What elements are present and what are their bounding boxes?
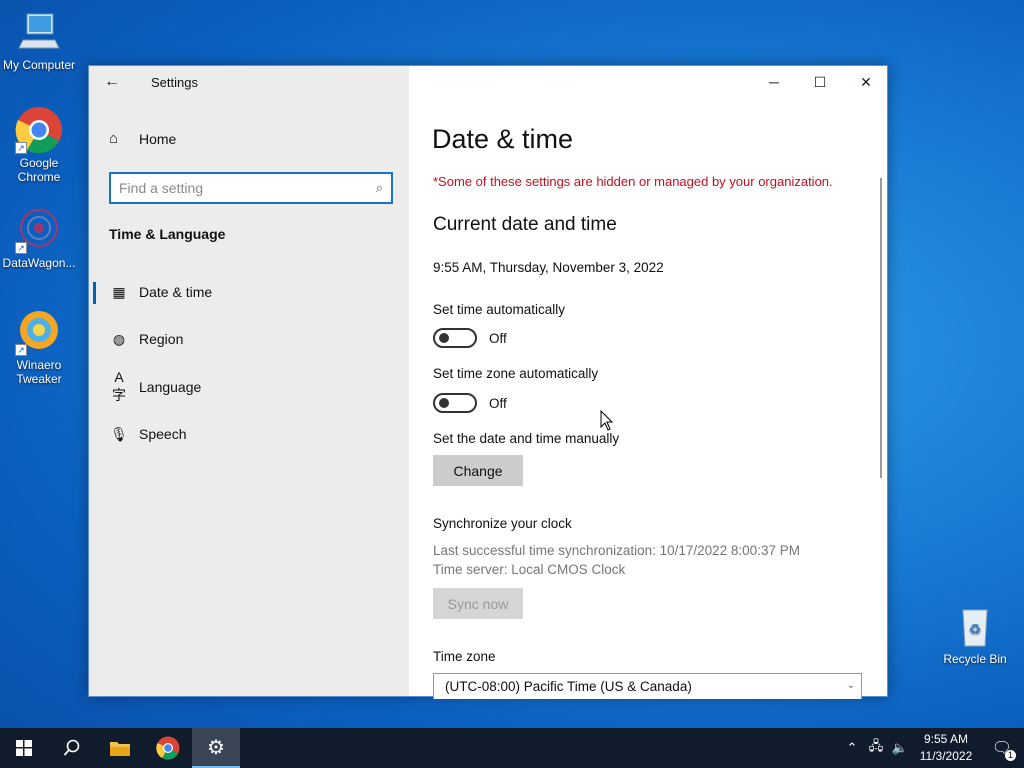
sync-heading: Synchronize your clock	[433, 516, 572, 531]
change-button[interactable]: Change	[433, 455, 523, 486]
sidebar-item-label: Region	[139, 331, 184, 347]
sidebar-item-speech[interactable]: 🎙 Speech	[89, 414, 409, 454]
search-button[interactable]	[48, 728, 96, 768]
minimize-icon: ─	[769, 74, 779, 90]
home-link[interactable]: ⌂ Home	[109, 130, 176, 147]
gear-icon: ⚙	[207, 736, 225, 759]
timezone-label: Time zone	[433, 649, 496, 664]
desktop-icon-my-computer[interactable]: My Computer	[0, 8, 78, 72]
set-tz-auto-label: Set time zone automatically	[433, 366, 599, 381]
sidebar-item-label: Date & time	[139, 284, 213, 300]
settings-window: ← Settings ⌂ Home ⌕ Time & Language ▦ Da…	[88, 65, 889, 699]
computer-icon	[15, 8, 63, 56]
search-icon	[63, 739, 80, 756]
calendar-clock-icon: ▦	[112, 283, 126, 300]
home-label: Home	[139, 130, 177, 147]
start-button[interactable]	[0, 728, 48, 768]
set-time-auto-row: Off	[433, 328, 507, 348]
clock-time: 9:55 AM	[923, 732, 969, 746]
microphone-icon: 🎙	[110, 425, 128, 442]
desktop-icon-label: Google Chrome	[17, 156, 61, 184]
desktop-icon-winaero-tweaker[interactable]: ↗ Winaero Tweaker	[0, 308, 78, 386]
close-button[interactable]: ✕	[843, 66, 889, 98]
sidebar-item-region[interactable]: ◍ Region	[89, 319, 409, 359]
chevron-down-icon: ⌄	[846, 680, 855, 691]
page-title: Date & time	[432, 124, 574, 154]
recycle-bin-icon: ♻	[951, 602, 999, 650]
minimize-button[interactable]: ─	[751, 66, 797, 98]
chrome-icon	[156, 736, 180, 760]
windows-logo-icon	[16, 740, 32, 756]
network-icon[interactable]: 🖧	[864, 737, 888, 759]
scrollbar[interactable]	[880, 178, 882, 478]
desktop-icon-label: DataWagon...	[2, 256, 76, 270]
system-tray: ⌃ 🖧 🔈 9:55 AM 11/3/2022 🗨 1	[840, 728, 1024, 768]
action-center-button[interactable]: 🗨 1	[980, 728, 1024, 768]
desktop-icon-label: Winaero Tweaker	[16, 358, 62, 386]
shortcut-arrow-icon: ↗	[15, 344, 27, 356]
search-box: ⌕	[109, 172, 393, 204]
toggle-state: Off	[489, 395, 507, 411]
taskbar-clock[interactable]: 9:55 AM 11/3/2022	[912, 731, 980, 765]
timezone-value: (UTC-08:00) Pacific Time (US & Canada)	[445, 679, 692, 694]
taskbar-chrome[interactable]	[144, 728, 192, 768]
desktop-icon-datawagon[interactable]: ↗ DataWagon...	[0, 206, 78, 270]
chevron-up-icon[interactable]: ⌃	[840, 740, 864, 756]
search-icon[interactable]: ⌕	[376, 180, 383, 196]
sidebar-item-date-time[interactable]: ▦ Date & time	[89, 272, 409, 312]
svg-text:♻: ♻	[969, 621, 982, 637]
close-icon: ✕	[860, 73, 872, 90]
sidebar-item-language[interactable]: A字 Language	[89, 367, 409, 407]
sidebar-item-label: Speech	[139, 426, 187, 442]
toggle-knob	[439, 398, 449, 408]
current-datetime: 9:55 AM, Thursday, November 3, 2022	[433, 260, 664, 275]
set-time-auto-toggle[interactable]	[433, 328, 477, 348]
sync-last: Last successful time synchronization: 10…	[433, 543, 800, 558]
home-icon: ⌂	[109, 130, 119, 147]
current-date-heading: Current date and time	[433, 214, 617, 235]
desktop-icon-label: Recycle Bin	[943, 652, 1007, 666]
manual-label: Set the date and time manually	[433, 431, 620, 446]
sidebar-item-label: Language	[139, 379, 202, 395]
shortcut-arrow-icon: ↗	[15, 242, 27, 254]
clock-date: 11/3/2022	[919, 749, 973, 763]
content-pane: ─ ☐ ✕ Date & time *Some of these setting…	[409, 66, 889, 699]
chrome-icon: ↗	[15, 106, 63, 154]
set-tz-auto-toggle[interactable]	[433, 393, 477, 413]
language-icon: A字	[112, 369, 126, 403]
mouse-cursor-icon	[600, 410, 614, 431]
section-heading: Time & Language	[109, 226, 226, 242]
taskbar: ⚙ ⌃ 🖧 🔈 9:55 AM 11/3/2022 🗨 1	[0, 728, 1024, 768]
winaero-icon: ↗	[15, 308, 63, 356]
taskbar-settings[interactable]: ⚙	[192, 728, 240, 768]
sidebar: ← Settings ⌂ Home ⌕ Time & Language ▦ Da…	[89, 66, 409, 696]
toggle-knob	[439, 333, 449, 343]
timezone-select[interactable]: (UTC-08:00) Pacific Time (US & Canada) ⌄	[433, 673, 862, 699]
set-time-auto-label: Set time automatically	[433, 302, 566, 317]
volume-icon[interactable]: 🔈	[888, 740, 912, 756]
managed-warning: *Some of these settings are hidden or ma…	[433, 174, 833, 189]
globe-icon: ◍	[112, 330, 126, 347]
taskbar-file-explorer[interactable]	[96, 728, 144, 768]
folder-icon	[110, 742, 130, 756]
maximize-button[interactable]: ☐	[797, 66, 843, 98]
set-tz-auto-row: Off	[433, 393, 507, 413]
desktop-icon-label: My Computer	[2, 58, 76, 72]
sync-server: Time server: Local CMOS Clock	[433, 562, 626, 577]
desktop-icon-recycle-bin[interactable]: ♻ Recycle Bin	[936, 602, 1014, 666]
shortcut-arrow-icon: ↗	[15, 142, 27, 154]
desktop-icon-google-chrome[interactable]: ↗ Google Chrome	[0, 106, 78, 184]
notification-badge: 1	[1005, 750, 1016, 761]
maximize-icon: ☐	[813, 73, 827, 90]
datawagon-icon: ↗	[15, 206, 63, 254]
search-input[interactable]	[119, 180, 376, 196]
title-bar: ← Settings	[89, 66, 409, 98]
back-button[interactable]: ←	[89, 66, 135, 98]
window-title: Settings	[151, 74, 198, 90]
back-arrow-icon: ←	[104, 73, 120, 90]
toggle-state: Off	[489, 330, 507, 346]
sync-now-button[interactable]: Sync now	[433, 588, 523, 619]
